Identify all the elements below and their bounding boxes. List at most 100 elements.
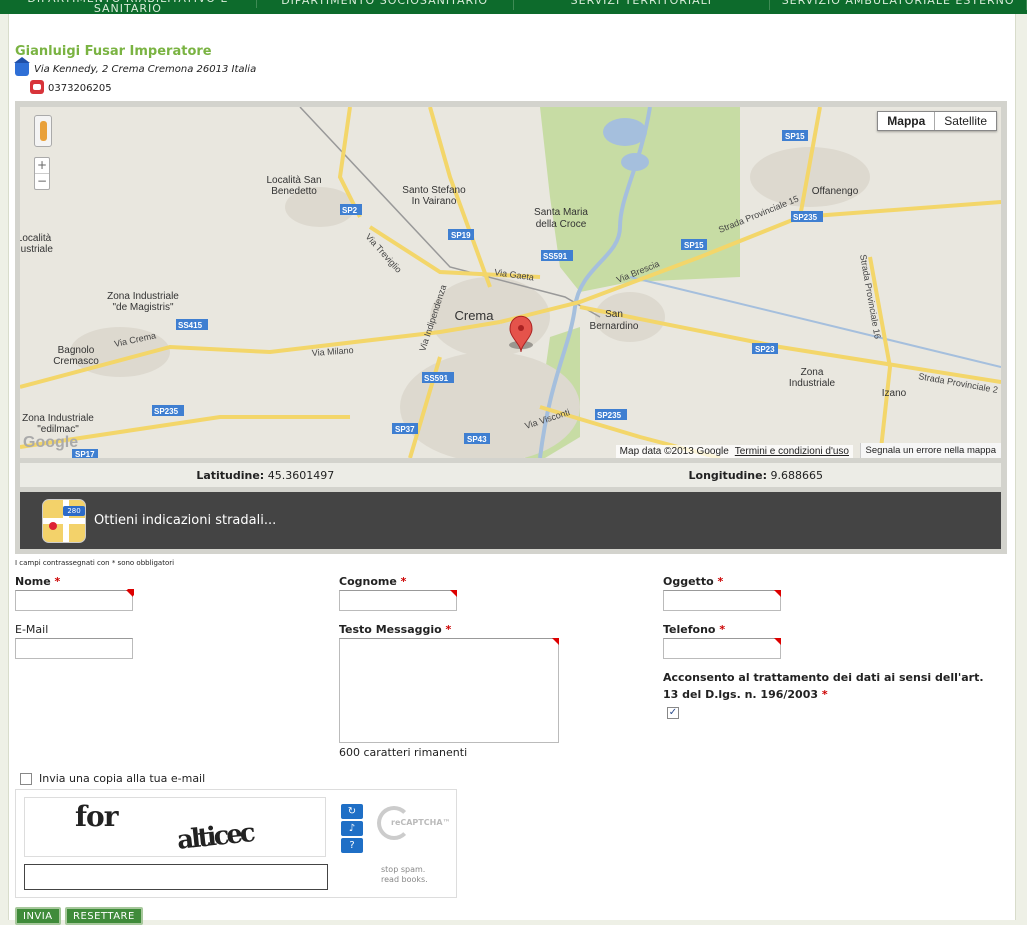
street-view-pegman-icon[interactable] [34, 115, 52, 147]
captcha-word-1: for [75, 800, 118, 833]
directions-label[interactable]: Ottieni indicazioni stradali... [94, 513, 276, 528]
svg-text:SP19: SP19 [451, 231, 471, 240]
svg-text:Località: Località [20, 233, 52, 244]
svg-text:Zona: Zona [801, 367, 824, 378]
oggetto-input[interactable] [663, 590, 781, 611]
message-textarea[interactable] [339, 638, 559, 743]
svg-text:Cremasco: Cremasco [53, 356, 99, 367]
address-text: Via Kennedy, 2 Crema Cremona 26013 Itali… [34, 63, 257, 75]
phone-line: 0373206205 [30, 80, 112, 94]
directions-bar[interactable]: 280 Ottieni indicazioni stradali... [20, 492, 1001, 549]
recaptcha-brand: reCAPTCHA™ [391, 818, 451, 827]
copy-email-label: Invia una copia alla tua e-mail [39, 772, 206, 785]
longitude-value: 9.688665 [770, 468, 823, 482]
telefono-input[interactable] [663, 638, 781, 659]
svg-text:SP235: SP235 [597, 411, 622, 420]
nav-tab-territoriali[interactable]: SERVIZI TERRITORIALI [514, 0, 771, 10]
phone-text: 0373206205 [48, 83, 112, 94]
latitude: Latitudine: 45.3601497 [20, 469, 511, 482]
svg-text:Santa Maria: Santa Maria [534, 207, 588, 218]
email-label: E-Mail [15, 623, 49, 636]
svg-text:Industriale: Industriale [789, 378, 836, 389]
longitude: Longitudine: 9.688665 [511, 469, 1002, 482]
svg-text:SP23: SP23 [755, 345, 775, 354]
doctor-name: Gianluigi Fusar Imperatore [15, 44, 212, 59]
consent-checkbox[interactable]: ✓ [667, 707, 679, 719]
svg-text:Bernardino: Bernardino [590, 321, 639, 332]
terms-link[interactable]: Termini e condizioni d'uso [735, 446, 849, 457]
captcha-image: for alticec [24, 797, 326, 857]
route-shield: 280 [63, 505, 85, 516]
cognome-label: Cognome * [339, 575, 407, 588]
svg-text:SP235: SP235 [154, 407, 179, 416]
svg-text:SP43: SP43 [467, 435, 487, 444]
svg-text:Località San: Località San [266, 175, 321, 186]
svg-text:Zona Industriale: Zona Industriale [22, 413, 94, 424]
refresh-icon[interactable]: ↻ [341, 804, 363, 819]
zoom-out-button[interactable]: − [35, 174, 49, 189]
svg-text:In Vairano: In Vairano [412, 196, 457, 207]
svg-text:Crema: Crema [454, 308, 494, 323]
recaptcha-logo-icon: reCAPTCHA™ [377, 806, 457, 846]
address-line: Via Kennedy, 2 Crema Cremona 26013 Itali… [14, 57, 257, 76]
svg-text:Zona Industriale: Zona Industriale [107, 291, 179, 302]
svg-text:SP15: SP15 [684, 241, 704, 250]
map-type-mappa-button[interactable]: Mappa [878, 112, 936, 130]
coordinates-bar: Latitudine: 45.3601497 Longitudine: 9.68… [20, 463, 1001, 487]
reset-button[interactable]: RESETTARE [65, 907, 143, 925]
audio-icon[interactable]: ♪ [341, 821, 363, 836]
map-type-satellite-button[interactable]: Satellite [935, 112, 996, 130]
map-attribution: Map data ©2013 Google Termini e condizio… [615, 445, 853, 458]
report-error-link[interactable]: Segnala un errore nella mappa [859, 443, 1001, 458]
nav-tab-ambulatoriale[interactable]: SERVIZIO AMBULATORIALE ESTERNO [770, 0, 1027, 10]
testo-label: Testo Messaggio * [339, 623, 452, 636]
nav-tab-riabilitativo[interactable]: DIPARTIMENTO RIABILITATIVO E SANITARIO [0, 0, 257, 14]
attribution-text: Map data ©2013 Google [619, 446, 729, 457]
cognome-input[interactable] [339, 590, 457, 611]
svg-text:SP37: SP37 [395, 425, 415, 434]
svg-text:Via Milano: Via Milano [311, 345, 353, 358]
map-tiles: SP15 SP2 SP19 SS591 SP15 SP235 SS415 SP2… [20, 107, 1001, 458]
telefono-label: Telefono * [663, 623, 726, 636]
latitude-label: Latitudine: [196, 468, 265, 482]
zoom-in-button[interactable]: + [35, 158, 49, 174]
recaptcha-widget: for alticec ↻ ♪ ? reCAPTCHA™ stop spam. … [15, 789, 457, 898]
nav-tab-sociosanitario[interactable]: DIPARTIMENTO SOCIOSANITARIO [257, 0, 514, 10]
maps-app-icon: 280 [42, 498, 86, 543]
copy-email-checkbox[interactable] [20, 773, 32, 785]
zoom-control: + − [34, 157, 50, 190]
svg-text:Bagnolo: Bagnolo [58, 345, 95, 356]
svg-text:SP15: SP15 [785, 132, 805, 141]
email-input[interactable] [15, 638, 133, 659]
pin-icon [49, 521, 57, 530]
captcha-word-2: alticec [175, 818, 255, 856]
svg-text:SS415: SS415 [178, 321, 203, 330]
svg-text:SS591: SS591 [543, 252, 568, 261]
svg-text:SS591: SS591 [424, 374, 449, 383]
latitude-value: 45.3601497 [267, 468, 335, 482]
house-icon [14, 57, 30, 76]
svg-text:San: San [605, 309, 623, 320]
svg-text:Izano: Izano [882, 388, 907, 399]
nome-input[interactable] [15, 590, 133, 611]
svg-text:della Croce: della Croce [536, 219, 587, 230]
svg-text:dustriale: dustriale [20, 244, 53, 255]
consent-label: Acconsento al trattamento dei dati ai se… [663, 671, 984, 701]
required-note: I campi contrassegnati con * sono obblig… [15, 559, 175, 567]
nome-label: Nome * [15, 575, 61, 588]
submit-button[interactable]: INVIA [15, 907, 61, 925]
help-icon[interactable]: ? [341, 838, 363, 853]
map-canvas[interactable]: SP15 SP2 SP19 SS591 SP15 SP235 SS415 SP2… [20, 107, 1001, 458]
longitude-label: Longitudine: [688, 468, 767, 482]
svg-text:SP235: SP235 [793, 213, 818, 222]
svg-text:Santo Stefano: Santo Stefano [402, 185, 466, 196]
top-nav: DIPARTIMENTO RIABILITATIVO E SANITARIO D… [0, 0, 1027, 14]
map-frame: SP15 SP2 SP19 SS591 SP15 SP235 SS415 SP2… [15, 101, 1007, 554]
svg-text:Offanengo: Offanengo [812, 186, 859, 197]
svg-text:SP2: SP2 [342, 206, 358, 215]
captcha-response-input[interactable] [24, 864, 328, 890]
recaptcha-tagline: stop spam. read books. [381, 865, 428, 884]
oggetto-label: Oggetto * [663, 575, 724, 588]
char-counter: 600 caratteri rimanenti [339, 746, 468, 759]
svg-text:SP17: SP17 [75, 450, 95, 458]
